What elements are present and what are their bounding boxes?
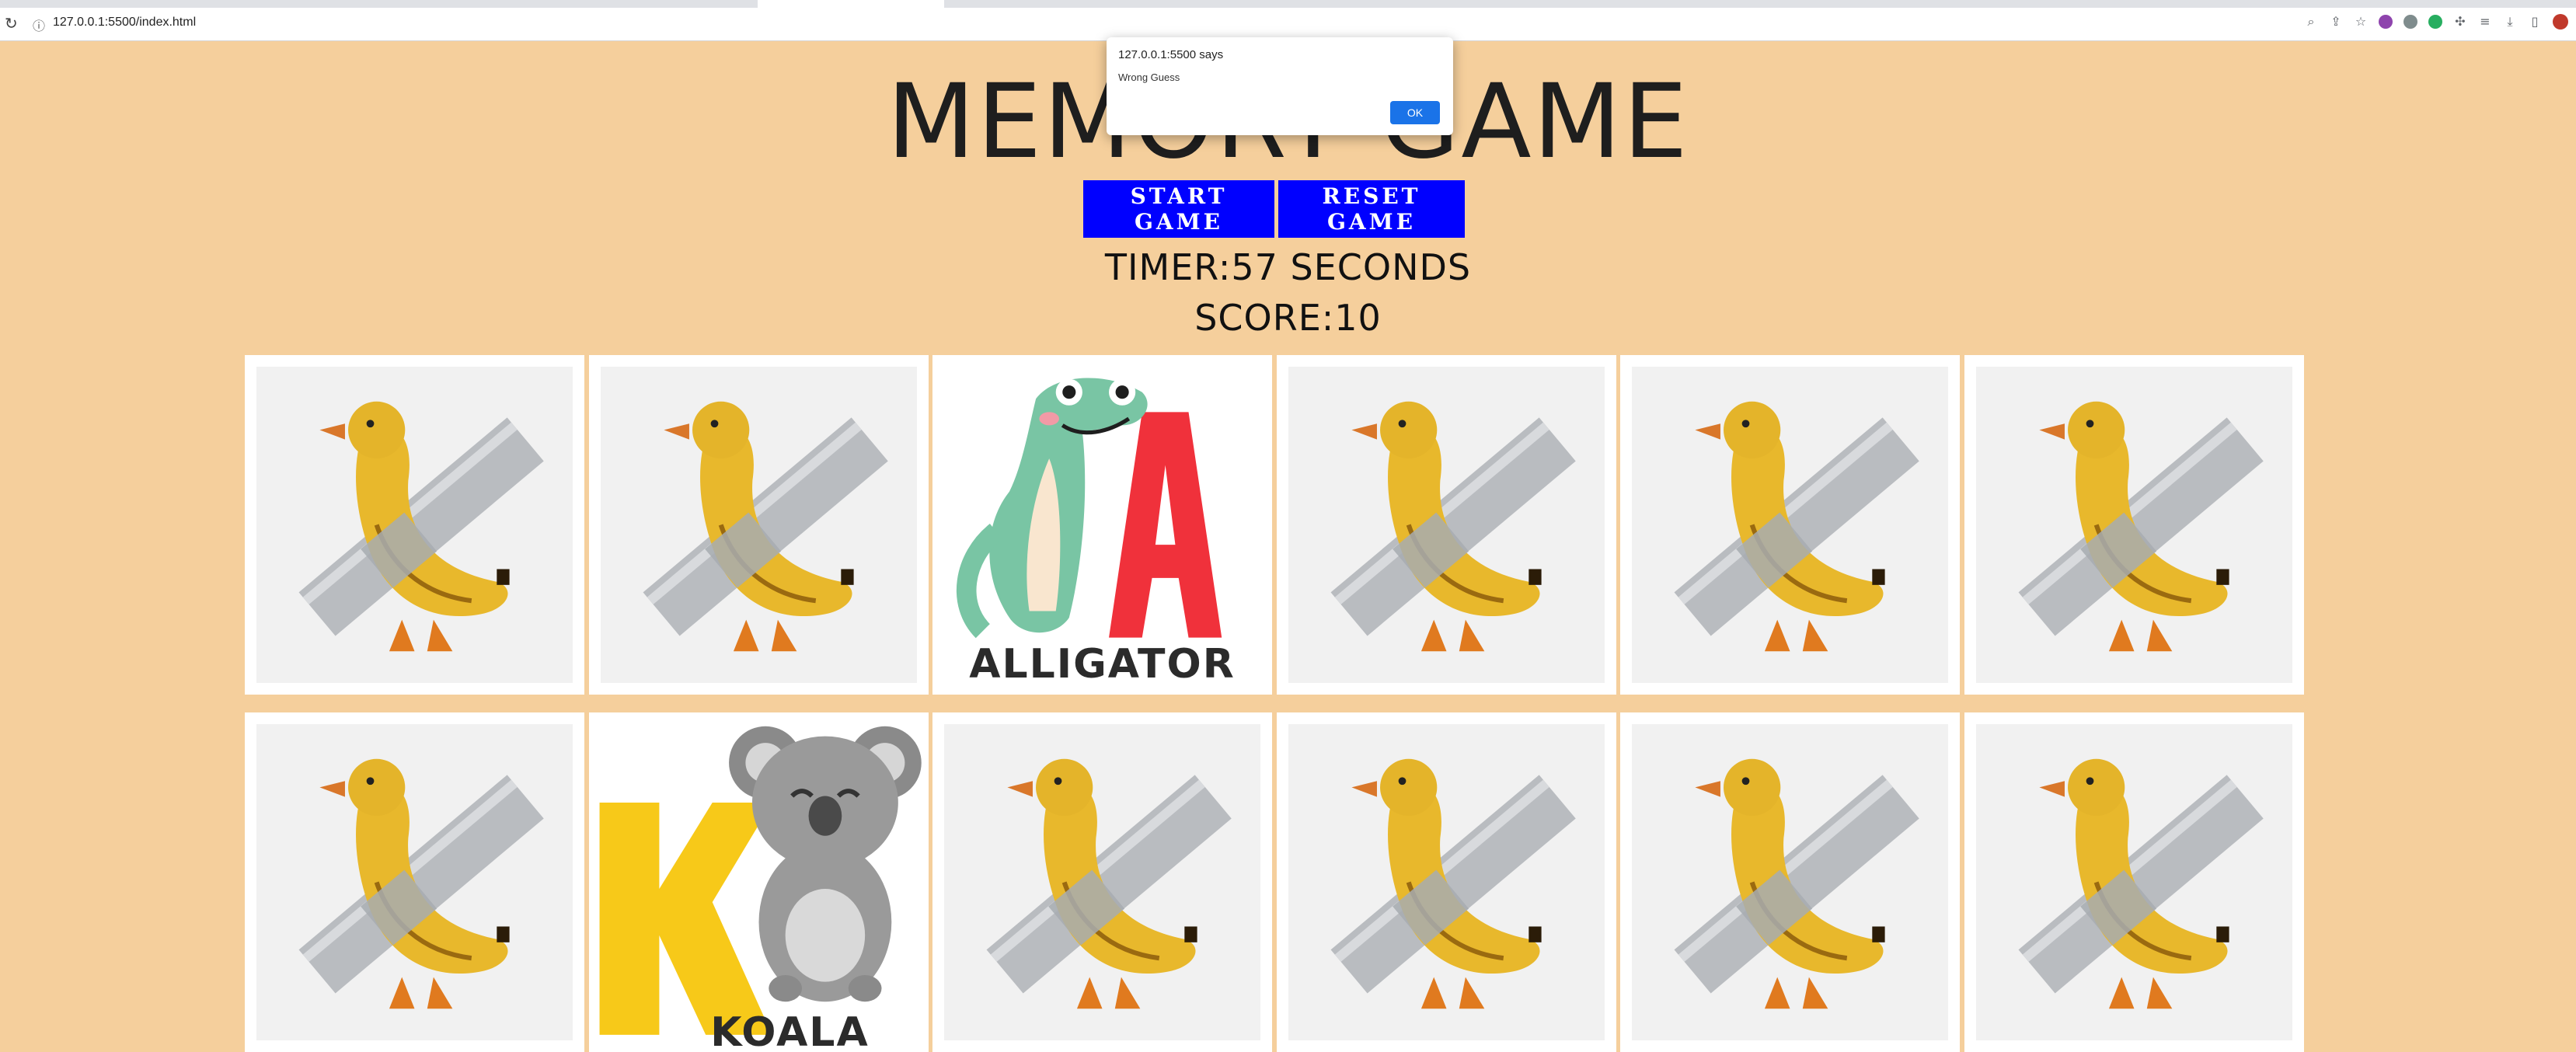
browser-toolbar: ↻ ⓘ 127.0.0.1:5500/index.html ⌕ ⇪ ☆ ✣ ≡ …	[0, 8, 2576, 41]
dialog-message: Wrong Guess	[1118, 71, 1180, 83]
banana-duck-image	[944, 724, 1260, 1040]
card-label: ALLIGATOR	[969, 641, 1236, 688]
zoom-icon[interactable]: ⌕	[2304, 15, 2318, 29]
profile-avatar[interactable]	[2553, 14, 2568, 30]
memory-card[interactable]	[1964, 355, 2304, 695]
card-face	[1288, 724, 1605, 1040]
reload-icon[interactable]: ↻	[5, 14, 18, 33]
card-face	[1632, 367, 1948, 683]
start-game-button[interactable]: START GAME	[1083, 180, 1274, 238]
memory-card[interactable]	[932, 712, 1272, 1052]
sidebar-icon[interactable]: ▯	[2528, 15, 2542, 29]
card-face	[256, 367, 573, 683]
banana-duck-image	[1288, 724, 1605, 1040]
banana-duck-image	[1976, 724, 2292, 1040]
card-face	[1976, 367, 2292, 683]
card-face	[1976, 724, 2292, 1040]
site-info-icon[interactable]: ⓘ	[33, 16, 45, 34]
memory-card[interactable]	[1277, 355, 1616, 695]
card-face	[256, 724, 573, 1040]
puzzle-icon[interactable]: ✣	[2453, 15, 2467, 29]
timer-display: TIMER:57 SECONDS	[1104, 246, 1472, 288]
dialog-title: 127.0.0.1:5500 says	[1118, 48, 1224, 61]
banana-duck-image	[256, 367, 573, 683]
active-tab[interactable]	[758, 0, 944, 8]
memory-card[interactable]	[245, 712, 584, 1052]
memory-card[interactable]	[1964, 712, 2304, 1052]
banana-duck-image	[256, 724, 573, 1040]
tab-strip	[0, 0, 2576, 8]
ok-button[interactable]: OK	[1390, 101, 1440, 124]
extension-icon[interactable]	[2428, 15, 2442, 29]
address-bar[interactable]: 127.0.0.1:5500/index.html	[53, 16, 196, 30]
bookmark-star-icon[interactable]: ☆	[2354, 15, 2368, 29]
extension-icon[interactable]	[2379, 15, 2393, 29]
card-face	[944, 724, 1260, 1040]
extension-icon[interactable]	[2403, 15, 2417, 29]
score-display: SCORE:10	[1194, 297, 1382, 339]
memory-card[interactable]	[1620, 712, 1960, 1052]
memory-card[interactable]	[1277, 712, 1616, 1052]
banana-duck-image	[1632, 367, 1948, 683]
banana-duck-image	[1976, 367, 2292, 683]
memory-card-alligator[interactable]: ALLIGATOR	[932, 355, 1272, 695]
card-face	[1632, 724, 1948, 1040]
toolbar-icons: ⌕ ⇪ ☆ ✣ ≡ ⤓ ▯	[2304, 14, 2568, 30]
card-label: KOALA	[710, 1009, 870, 1052]
share-icon[interactable]: ⇪	[2329, 15, 2343, 29]
memory-card[interactable]	[1620, 355, 1960, 695]
download-icon[interactable]: ⤓	[2503, 15, 2517, 29]
memory-card-koala[interactable]: KOALA	[589, 712, 929, 1052]
banana-duck-image	[1288, 367, 1605, 683]
banana-duck-image	[1632, 724, 1948, 1040]
reading-list-icon[interactable]: ≡	[2478, 15, 2492, 29]
card-face	[1288, 367, 1605, 683]
banana-duck-image	[601, 367, 917, 683]
alert-dialog: 127.0.0.1:5500 says Wrong Guess OK	[1107, 37, 1453, 135]
koala-image	[593, 716, 925, 1048]
reset-game-button[interactable]: RESET GAME	[1278, 180, 1465, 238]
memory-card[interactable]	[589, 355, 929, 695]
card-face	[601, 367, 917, 683]
memory-card[interactable]	[245, 355, 584, 695]
